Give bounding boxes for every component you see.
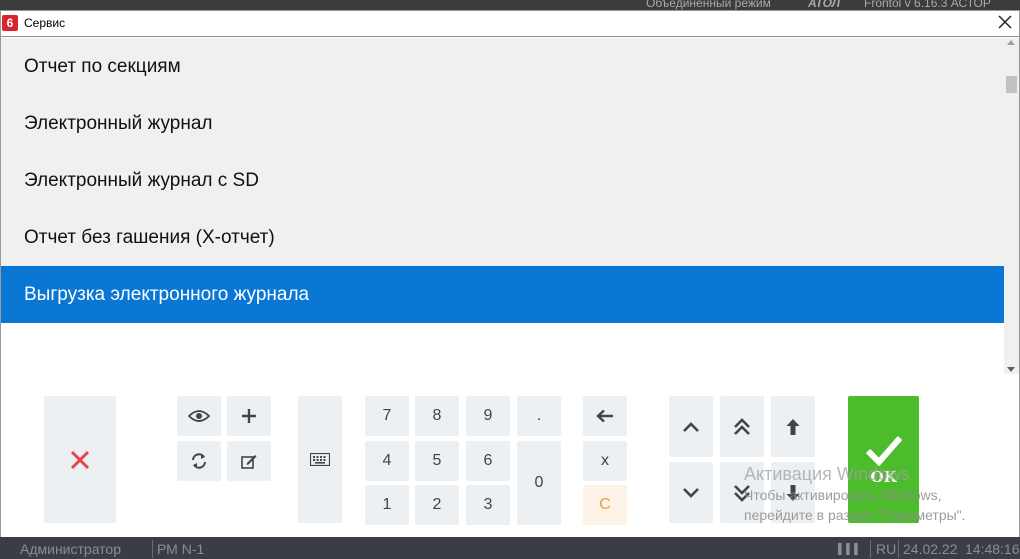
app-icon: 6 — [2, 15, 18, 31]
key-6-button[interactable]: 6 — [466, 441, 510, 481]
keyboard-button[interactable] — [298, 396, 342, 523]
refresh-button[interactable] — [177, 441, 221, 481]
status-separator — [152, 540, 153, 558]
background-app-header: Объединенный режим АТОЛ Frontol v 6.16.3… — [0, 0, 1020, 10]
clear-button[interactable]: C — [583, 485, 627, 525]
service-dialog: 6 Сервис Отчет по секциям Электронный жу… — [0, 10, 1020, 537]
key-5-button[interactable]: 5 — [415, 441, 459, 481]
key-3-button[interactable]: 3 — [466, 485, 510, 525]
key-0-button[interactable]: 0 — [517, 441, 561, 525]
refresh-icon — [192, 453, 206, 469]
multiply-button[interactable]: x — [583, 441, 627, 481]
key-2-button[interactable]: 2 — [415, 485, 459, 525]
double-chevron-up-icon — [734, 417, 750, 435]
home-button[interactable] — [771, 396, 815, 457]
nav-up-button[interactable] — [669, 396, 713, 457]
button-panel: 7 8 9 . 4 5 6 1 2 3 0 x C OK — [1, 374, 1019, 537]
edit-icon — [241, 455, 257, 469]
end-button[interactable] — [771, 462, 815, 523]
view-button[interactable] — [177, 396, 221, 436]
menu-list[interactable]: Отчет по секциям Электронный журнал Элек… — [1, 38, 1004, 374]
close-button[interactable] — [995, 13, 1015, 33]
arrow-left-icon — [596, 409, 613, 423]
status-separator — [870, 540, 871, 558]
status-separator — [898, 540, 899, 558]
keyboard-language: RU — [876, 541, 897, 557]
mode-text: Объединенный режим — [646, 0, 771, 10]
nav-down-button[interactable] — [669, 462, 713, 523]
close-icon — [998, 15, 1012, 29]
page-down-button[interactable] — [720, 462, 764, 523]
workstation-label: РМ N-1 — [157, 541, 205, 557]
chevron-up-icon — [683, 421, 699, 432]
scroll-thumb[interactable] — [1006, 76, 1017, 93]
cancel-x-icon — [70, 450, 90, 469]
version-text: Frontol v 6.16.3 АСТОР — [864, 0, 991, 10]
chevron-down-icon — [683, 487, 699, 498]
list-item-ejournal-sd[interactable]: Электронный журнал с SD — [1, 152, 1004, 209]
edit-button[interactable] — [227, 441, 271, 481]
eye-icon — [188, 410, 210, 422]
key-dot-button[interactable]: . — [517, 396, 561, 436]
ok-label: OK — [870, 467, 897, 486]
user-name: Администратор — [20, 541, 122, 557]
list-item-ejournal-export[interactable]: Выгрузка электронного журнала — [1, 266, 1004, 323]
backspace-button[interactable] — [583, 396, 627, 436]
vertical-scrollbar[interactable] — [1004, 38, 1019, 374]
key-1-button[interactable]: 1 — [365, 485, 409, 525]
add-button[interactable] — [227, 396, 271, 436]
page-up-button[interactable] — [720, 396, 764, 457]
dialog-title: Сервис — [24, 16, 66, 30]
scroll-up-arrow-icon[interactable] — [1007, 40, 1015, 45]
list-item-x-report[interactable]: Отчет без гашения (Х-отчет) — [1, 209, 1004, 266]
plus-icon — [242, 409, 256, 423]
menu-list-area: Отчет по секциям Электронный журнал Элек… — [1, 38, 1019, 374]
arrow-to-bottom-icon — [786, 484, 800, 501]
checkmark-icon — [865, 435, 902, 466]
signal-icon: ▌▌▌ — [838, 544, 863, 555]
title-bar: 6 Сервис — [1, 11, 1019, 37]
status-time: 14:48:16 — [965, 541, 1020, 557]
key-7-button[interactable]: 7 — [365, 396, 409, 436]
ok-button[interactable]: OK — [848, 396, 919, 523]
keyboard-icon — [310, 453, 330, 466]
brand-logo: АТОЛ — [808, 0, 841, 10]
scroll-down-arrow-icon[interactable] — [1007, 367, 1015, 372]
key-4-button[interactable]: 4 — [365, 441, 409, 481]
key-9-button[interactable]: 9 — [466, 396, 510, 436]
list-item-ejournal[interactable]: Электронный журнал — [1, 95, 1004, 152]
list-item-section-report[interactable]: Отчет по секциям — [1, 38, 1004, 95]
double-chevron-down-icon — [734, 484, 750, 502]
background-status-bar: Администратор РМ N-1 ▌▌▌ RU 24.02.22 14:… — [0, 537, 1020, 559]
key-8-button[interactable]: 8 — [415, 396, 459, 436]
list-empty-space — [1, 323, 1004, 374]
cancel-button[interactable] — [44, 396, 116, 523]
status-date: 24.02.22 — [903, 541, 958, 557]
arrow-to-top-icon — [786, 418, 800, 435]
